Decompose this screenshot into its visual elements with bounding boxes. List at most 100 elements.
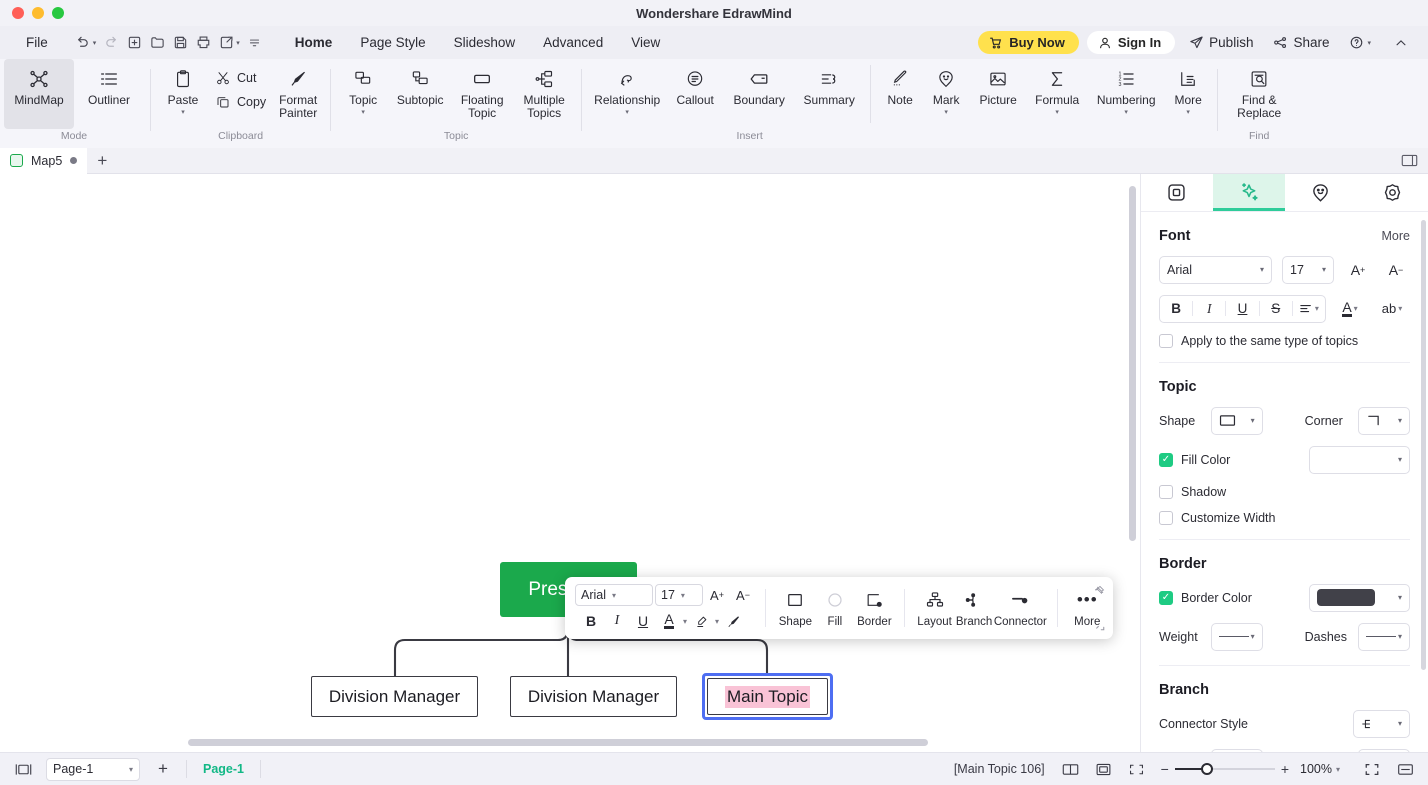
split-view-icon[interactable] [1392,757,1418,781]
ribbon-relationship-button[interactable]: Relationship ▾ [588,59,666,118]
tab-view[interactable]: View [618,30,673,55]
ribbon-relationship-dropdown-caret[interactable]: ▾ [625,109,629,118]
branch-topic-select[interactable]: ▾ [1358,748,1410,752]
resize-handle-icon[interactable] [1095,621,1105,631]
ribbon-mark-button[interactable]: Mark ▾ [923,59,969,118]
export-dropdown-caret[interactable]: ▾ [236,39,240,47]
canvas-horizontal-scrollbar[interactable] [188,739,928,746]
new-icon[interactable] [123,32,145,54]
close-window-button[interactable] [12,7,24,19]
float-clear-format-button[interactable] [721,610,745,632]
ribbon-more-button[interactable]: More ▾ [1165,59,1211,118]
export-icon[interactable] [215,32,237,54]
float-font-family-select[interactable]: Arial ▾ [575,584,653,606]
text-case-button[interactable]: ab ▾ [1374,295,1410,323]
float-connector-button[interactable]: Connector [994,588,1047,628]
pin-toolbar-icon[interactable] [1093,585,1105,597]
font-family-select[interactable]: Arial ▾ [1159,255,1272,284]
toggle-right-panel-icon[interactable] [1401,153,1418,168]
ribbon-paste-button[interactable]: Paste ▾ [157,59,209,118]
float-bold-button[interactable]: B [579,610,603,632]
help-dropdown-caret[interactable]: ▾ [1367,39,1371,47]
customize-width-checkbox[interactable]: Customize Width [1159,510,1410,525]
ribbon-formula-dropdown-caret[interactable]: ▾ [1055,109,1059,118]
right-panel-scrollbar[interactable] [1421,219,1426,670]
page-select[interactable]: Page-1 ▾ [46,757,140,781]
border-color-checkbox[interactable]: ✓ Border Color [1159,590,1299,605]
float-decrease-font-button[interactable]: A − [731,584,755,606]
font-more-link[interactable]: More [1382,229,1410,243]
float-fill-button[interactable]: Fill [815,588,855,628]
font-size-select[interactable]: 17 ▾ [1282,255,1334,284]
apply-same-type-checkbox[interactable]: Apply to the same type of topics [1159,333,1410,348]
branch-line-color-select[interactable]: ▾ [1210,748,1263,752]
topic-corner-select[interactable]: ▾ [1358,406,1410,435]
add-page-button[interactable]: + [146,759,180,779]
ribbon-mindmap-button[interactable]: MindMap [4,59,74,129]
float-layout-button[interactable]: Layout [915,588,955,628]
bold-button[interactable]: B [1160,296,1192,322]
chevron-down-icon[interactable]: ▾ [715,617,719,626]
mindmap-node-division-manager-2[interactable]: Division Manager [510,676,677,717]
italic-button[interactable]: I [1193,296,1225,322]
ribbon-numbering-button[interactable]: 123 Numbering ▾ [1087,59,1165,118]
zoom-level-value[interactable]: 100% [1300,762,1332,776]
ribbon-formula-button[interactable]: Formula ▾ [1027,59,1087,118]
undo-icon[interactable] [72,32,94,54]
zoom-slider-track[interactable] [1174,763,1275,775]
float-branch-button[interactable]: Branch [954,588,994,628]
ribbon-multiple-topics-button[interactable]: Multiple Topics [513,59,575,120]
maximize-window-button[interactable] [52,7,64,19]
ribbon-mark-dropdown-caret[interactable]: ▾ [944,109,948,118]
float-italic-button[interactable]: I [605,610,629,632]
increase-font-size-button[interactable]: A + [1344,256,1372,284]
panel-tab-icons[interactable] [1285,174,1357,211]
float-shape-button[interactable]: Shape [776,588,816,628]
ribbon-note-button[interactable]: Note [877,59,923,107]
help-button[interactable]: ▾ [1343,32,1380,53]
decrease-font-size-button[interactable]: A − [1382,256,1410,284]
ribbon-topic-dropdown-caret[interactable]: ▾ [361,109,365,118]
panel-tab-settings[interactable] [1356,174,1428,211]
ribbon-subtopic-button[interactable]: Subtopic [389,59,451,107]
align-button[interactable]: ▾ [1293,296,1325,322]
save-icon[interactable] [169,32,191,54]
fit-screen-icon[interactable] [1124,757,1150,781]
ribbon-numbering-dropdown-caret[interactable]: ▾ [1124,109,1128,118]
zoom-slider[interactable]: − + [1161,761,1289,777]
border-weight-select[interactable]: ▾ [1210,622,1263,651]
strikethrough-button[interactable]: S [1260,296,1292,322]
menu-file[interactable]: File [16,31,58,54]
page-tab-page-1[interactable]: Page-1 [193,762,254,776]
topic-shape-select[interactable]: ▾ [1210,406,1263,435]
chevron-down-icon[interactable]: ▾ [683,617,687,626]
connector-style-select[interactable]: ▾ [1353,709,1410,738]
ribbon-boundary-button[interactable]: Boundary [724,59,794,107]
border-color-select[interactable]: ▾ [1309,583,1410,612]
mindmap-canvas[interactable]: President Division Manager Division Mana… [0,174,1140,752]
ribbon-topic-button[interactable]: Topic ▾ [337,59,389,118]
font-color-button[interactable]: A ▾ [1336,295,1364,323]
panel-tab-style[interactable] [1212,174,1285,211]
float-font-color-button[interactable]: A [657,610,681,632]
ribbon-more-dropdown-caret[interactable]: ▾ [1186,109,1190,118]
underline-button[interactable]: U [1226,296,1258,322]
toggle-left-panel-icon[interactable] [10,757,36,781]
new-document-tab-button[interactable]: + [87,151,117,171]
ribbon-copy-button[interactable]: Copy [209,92,272,112]
redo-icon[interactable] [100,32,122,54]
fullscreen-icon[interactable] [1359,757,1385,781]
border-dashes-select[interactable]: ▾ [1358,622,1410,651]
float-underline-button[interactable]: U [631,610,655,632]
tab-advanced[interactable]: Advanced [530,30,616,55]
tab-slideshow[interactable]: Slideshow [441,30,529,55]
float-increase-font-button[interactable]: A + [705,584,729,606]
mindmap-node-main-topic-selected[interactable]: Main Topic [702,673,833,720]
customize-toolbar-icon[interactable] [244,32,266,54]
open-icon[interactable] [146,32,168,54]
sign-in-button[interactable]: Sign In [1086,31,1176,54]
canvas-vertical-scrollbar[interactable] [1129,186,1136,541]
float-highlight-button[interactable] [689,610,713,632]
print-icon[interactable] [192,32,214,54]
document-tab[interactable]: Map5 [0,147,88,174]
